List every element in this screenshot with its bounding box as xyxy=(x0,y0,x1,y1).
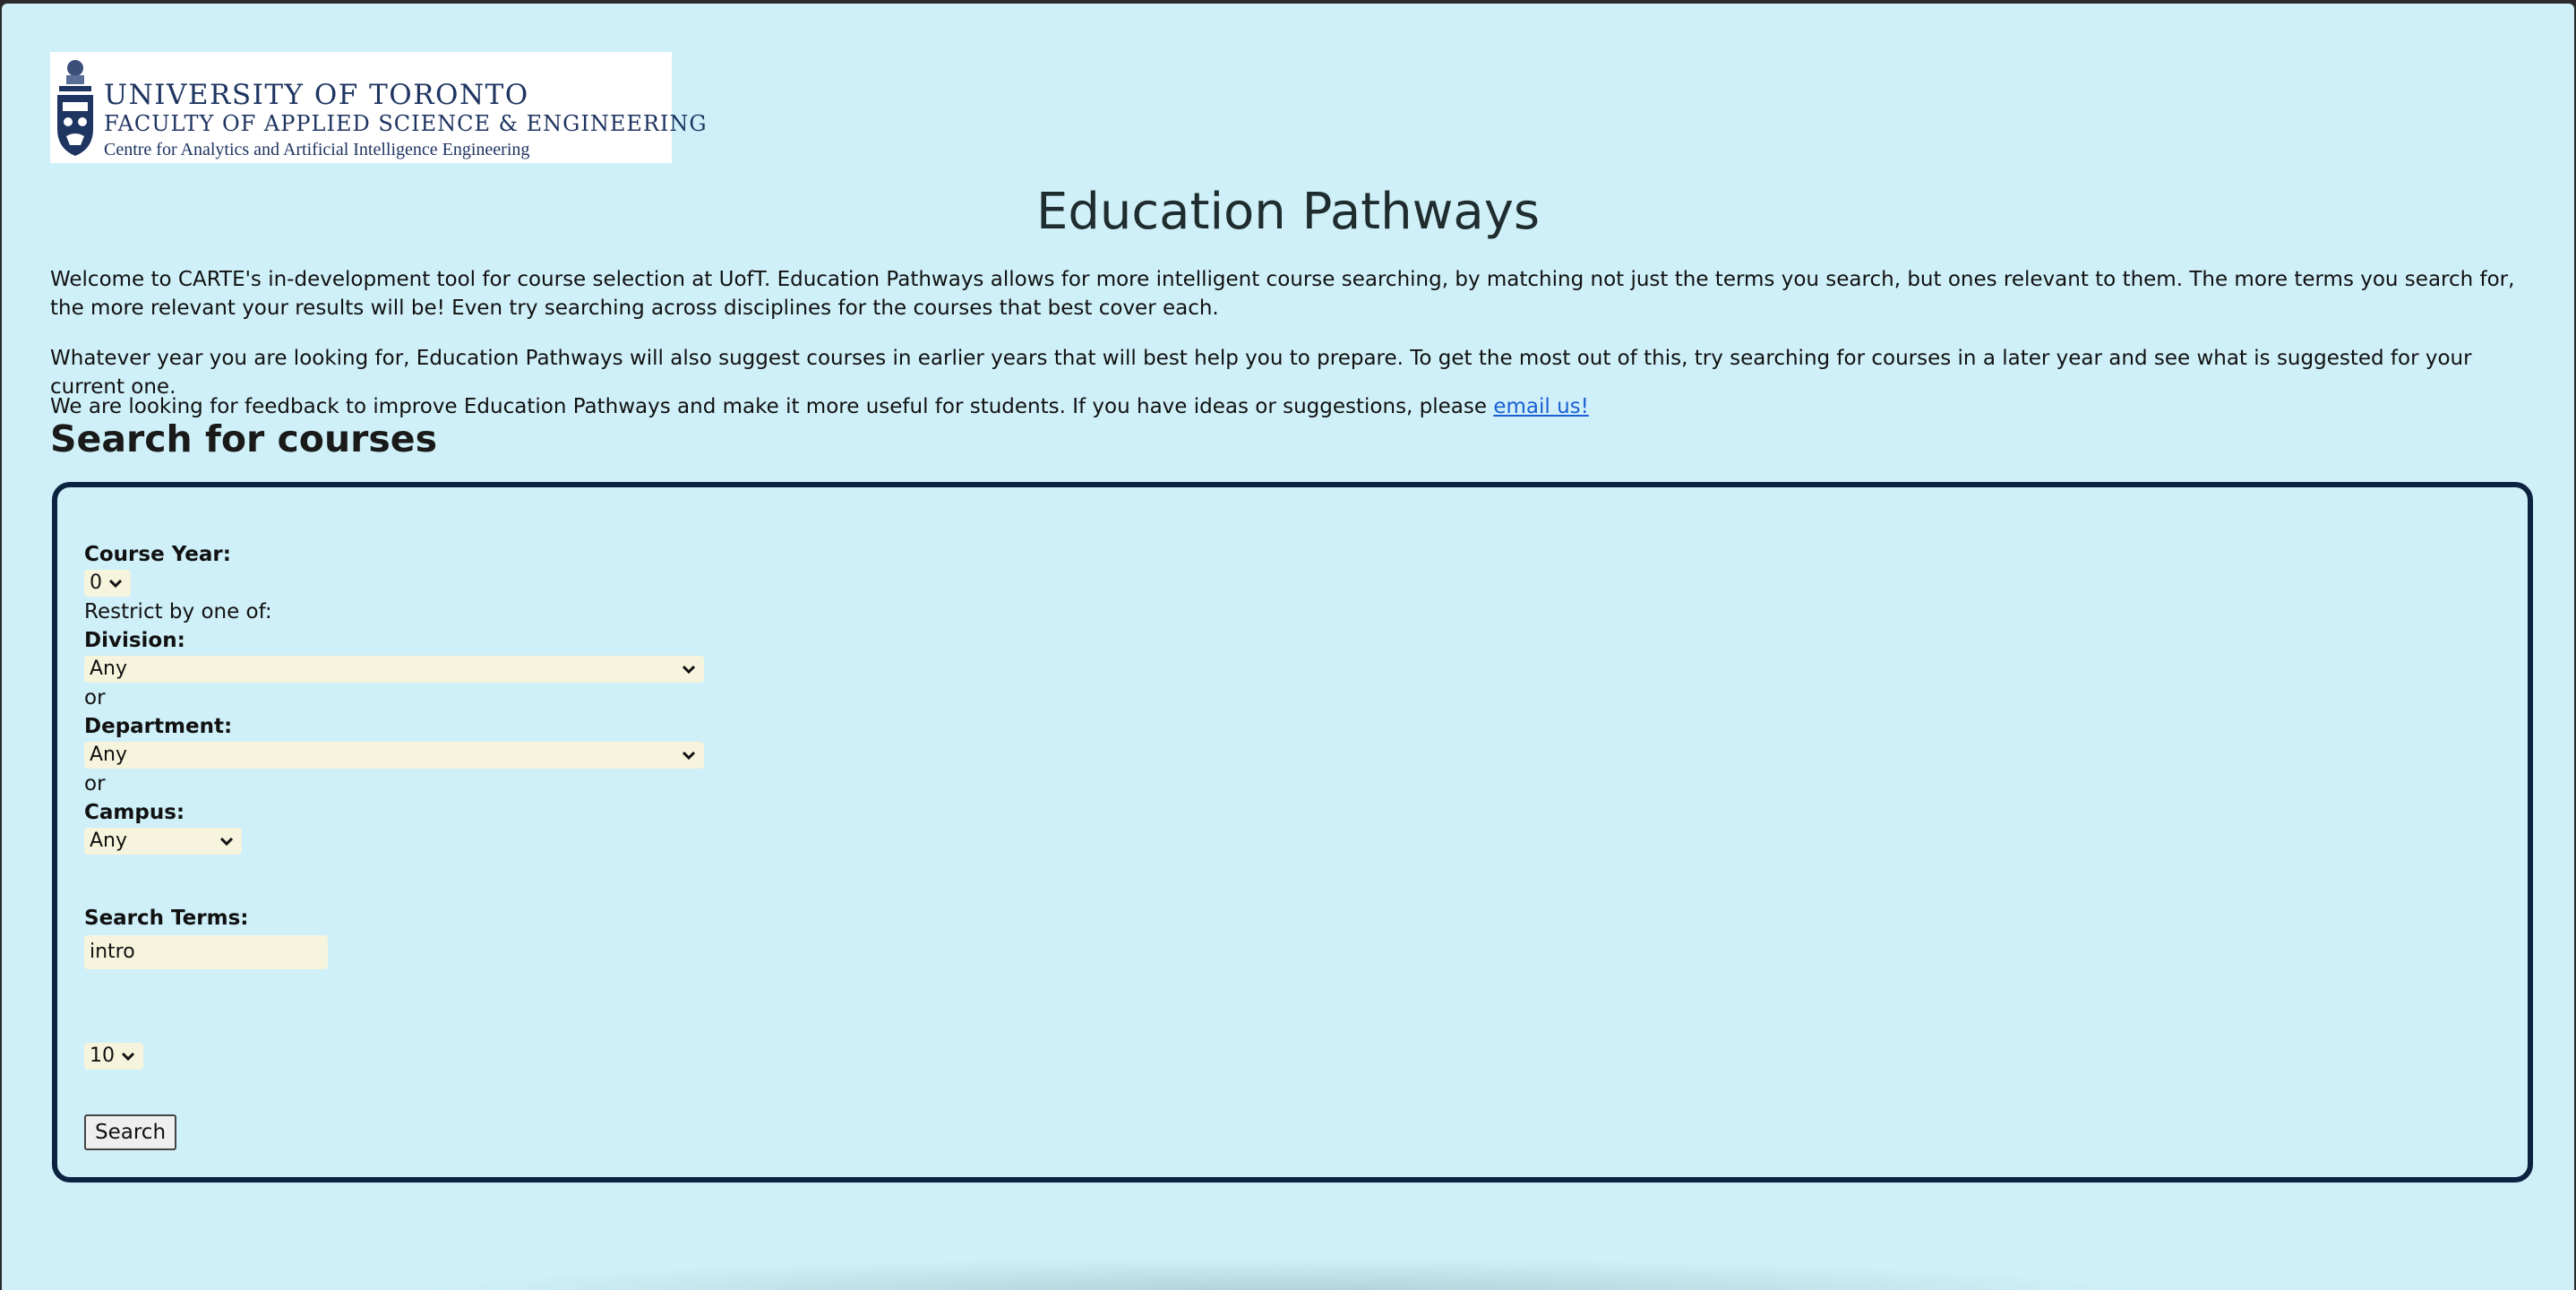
page: UNIVERSITY OF TORONTO FACULTY OF APPLIED… xyxy=(2,4,2574,1290)
logo-centre-name: Centre for Analytics and Artificial Inte… xyxy=(104,140,530,159)
course-year-label: Course Year: xyxy=(84,543,231,566)
chevron-down-icon xyxy=(219,837,234,847)
results-count-value: 10 xyxy=(90,1045,115,1067)
page-title: Education Pathways xyxy=(1035,183,1541,241)
restrict-text: Restrict by one of: xyxy=(84,600,272,624)
division-value: Any xyxy=(90,658,128,680)
email-us-link[interactable]: email us! xyxy=(1493,395,1589,418)
search-terms-label: Search Terms: xyxy=(84,907,249,930)
logo-university-name: UNIVERSITY OF TORONTO xyxy=(104,79,529,111)
division-select[interactable]: Any xyxy=(84,656,704,683)
search-form: Course Year: 0 Restrict by one of: Divis… xyxy=(52,482,2533,1182)
chevron-down-icon xyxy=(108,579,123,589)
chevron-down-icon xyxy=(682,665,696,675)
department-value: Any xyxy=(90,744,128,766)
course-year-value: 0 xyxy=(90,572,102,594)
logo-faculty-name: FACULTY OF APPLIED SCIENCE & ENGINEERING xyxy=(104,111,708,136)
or-text: or xyxy=(84,772,106,796)
chevron-down-icon xyxy=(121,1052,135,1062)
campus-value: Any xyxy=(90,830,128,852)
feedback-text: We are looking for feedback to improve E… xyxy=(50,395,1494,418)
chevron-down-icon xyxy=(682,751,696,761)
search-section-title: Search for courses xyxy=(50,417,437,460)
search-terms-input[interactable]: intro xyxy=(84,935,328,969)
or-text: or xyxy=(84,686,106,710)
course-year-select[interactable]: 0 xyxy=(84,570,131,597)
search-button[interactable]: Search xyxy=(84,1114,177,1150)
campus-label: Campus: xyxy=(84,801,185,824)
footer-shadow xyxy=(414,1258,2151,1290)
department-select[interactable]: Any xyxy=(84,742,704,769)
intro-paragraph-1: Welcome to CARTE's in-development tool f… xyxy=(50,268,2515,320)
university-logo[interactable]: UNIVERSITY OF TORONTO FACULTY OF APPLIED… xyxy=(50,52,707,163)
department-label: Department: xyxy=(84,715,233,738)
campus-select[interactable]: Any xyxy=(84,828,242,855)
crest-icon xyxy=(57,60,93,156)
division-label: Division: xyxy=(84,629,185,652)
results-count-select[interactable]: 10 xyxy=(84,1043,143,1070)
